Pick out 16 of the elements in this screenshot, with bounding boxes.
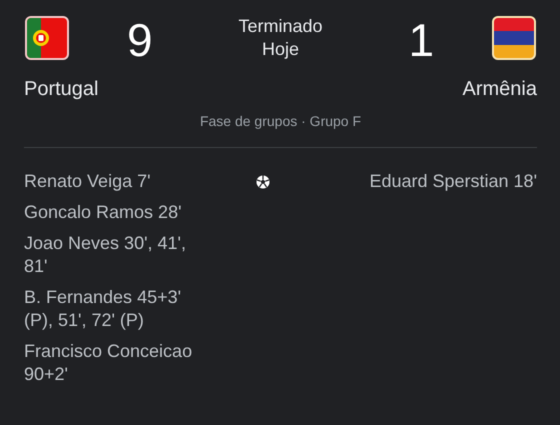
away-score: 1 <box>407 15 436 63</box>
goal-scorer: B. Fernandes 45+3' (P), 51', 72' (P) <box>24 286 182 332</box>
goal-scorer: Joao Neves 30', 41', 81' <box>24 232 187 278</box>
match-day: Hoje <box>206 38 356 61</box>
match-status: Terminado <box>237 15 324 38</box>
goal-scorer: Renato Veiga 7' <box>24 170 152 193</box>
team-name: Portugal <box>24 78 98 101</box>
team-name: Armênia <box>462 78 537 101</box>
flag-icon <box>491 15 537 61</box>
goal-scorer: Eduard Sperstian 18' <box>369 170 537 193</box>
flag-icon <box>24 15 70 61</box>
goal-scorer: Francisco Conceicao 90+2' <box>24 340 194 386</box>
home-score: 9 <box>126 15 154 63</box>
stage-label: Fase de grupos · Grupo F <box>198 113 362 129</box>
goal-scorer: Goncalo Ramos 28' <box>24 201 183 224</box>
ball-icon <box>256 175 270 189</box>
